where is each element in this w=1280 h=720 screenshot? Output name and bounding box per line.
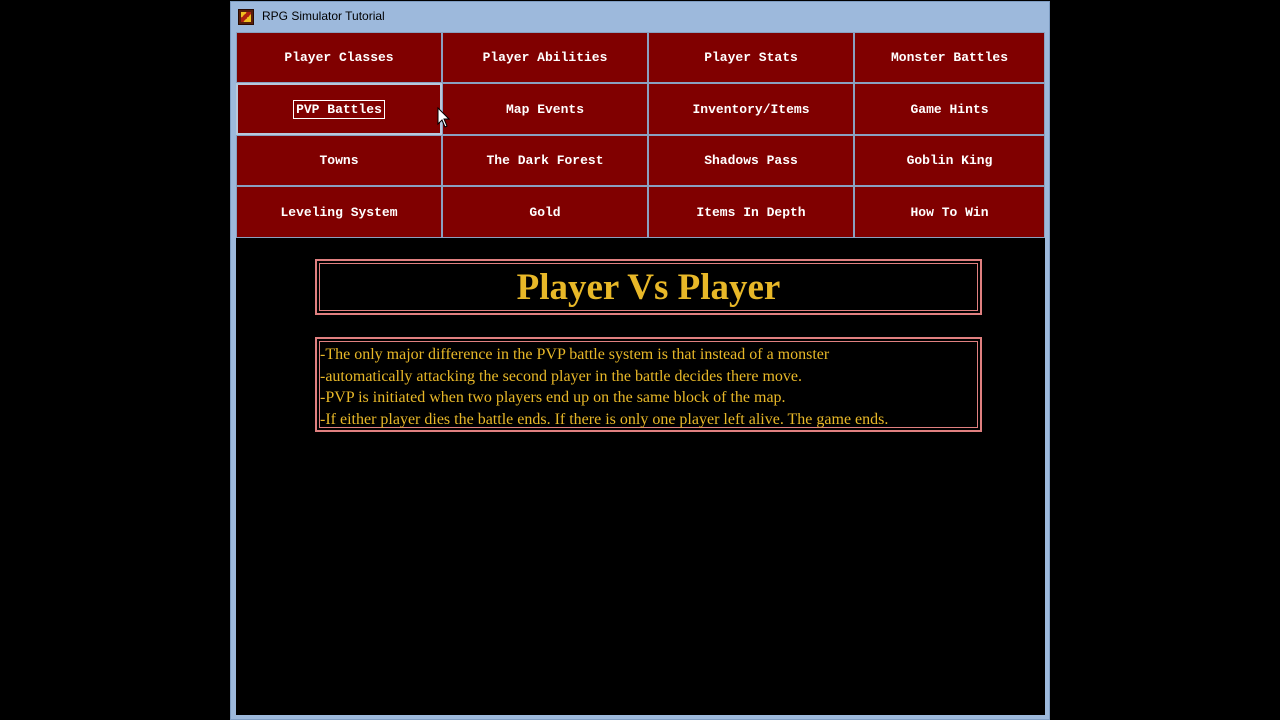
tutorial-text-line: -PVP is initiated when two players end u… [320,389,786,406]
nav-button-items-in-depth[interactable]: Items In Depth [648,186,854,238]
nav-button-label: Gold [529,204,561,220]
nav-button-monster-battles[interactable]: Monster Battles [854,32,1045,83]
client-area: Player Classes Player Abilities Player S… [236,32,1045,715]
nav-button-label: Player Abilities [482,50,608,65]
nav-button-label: Towns [319,153,359,168]
topic-nav-grid: Player Classes Player Abilities Player S… [236,32,1045,239]
nav-button-label: Inventory/Items [692,101,810,117]
nav-button-towns[interactable]: Towns [236,135,442,186]
nav-button-label: Player Stats [704,50,798,65]
nav-button-goblin-king[interactable]: Goblin King [854,135,1045,186]
nav-button-player-stats[interactable]: Player Stats [648,32,854,83]
nav-button-leveling-system[interactable]: Leveling System [236,186,442,238]
tutorial-text-line: -If either player dies the battle ends. … [320,410,889,428]
nav-button-gold[interactable]: Gold [442,186,648,238]
tutorial-text-box: -The only major difference in the PVP ba… [315,337,982,432]
nav-button-label: Items In Depth [696,204,806,220]
nav-button-label: Game Hints [910,101,989,117]
nav-button-label: Player Classes [284,50,394,65]
nav-button-map-events[interactable]: Map Events [442,83,648,135]
nav-button-player-abilities[interactable]: Player Abilities [442,32,648,83]
app-window: RPG Simulator Tutorial Player Classes Pl… [230,1,1050,720]
mouse-pointer-icon [437,107,451,128]
nav-button-shadows-pass[interactable]: Shadows Pass [648,135,854,186]
nav-button-dark-forest[interactable]: The Dark Forest [442,135,648,186]
nav-button-player-classes[interactable]: Player Classes [236,32,442,83]
nav-button-label: Monster Battles [890,50,1009,65]
title-bar[interactable]: RPG Simulator Tutorial [231,2,1049,32]
tutorial-text-line: -automatically attacking the second play… [320,367,803,385]
nav-button-label: Leveling System [280,204,398,220]
tutorial-text-line: -The only major difference in the PVP ba… [320,346,830,363]
nav-button-pvp-battles[interactable]: PVP Battles [236,83,442,135]
nav-button-label: Shadows Pass [704,153,798,168]
nav-button-inventory-items[interactable]: Inventory/Items [648,83,854,135]
nav-button-how-to-win[interactable]: How To Win [854,186,1045,238]
nav-button-label: Map Events [505,101,584,117]
page-heading-box: Player Vs Player [315,259,982,315]
nav-button-game-hints[interactable]: Game Hints [854,83,1045,135]
app-icon [238,9,254,25]
nav-button-label: Goblin King [906,153,993,168]
nav-button-label: The Dark Forest [486,153,604,168]
window-title: RPG Simulator Tutorial [262,9,385,23]
nav-button-label: How To Win [910,204,989,220]
nav-button-label: PVP Battles [293,99,385,119]
page-title: Player Vs Player [516,266,781,308]
